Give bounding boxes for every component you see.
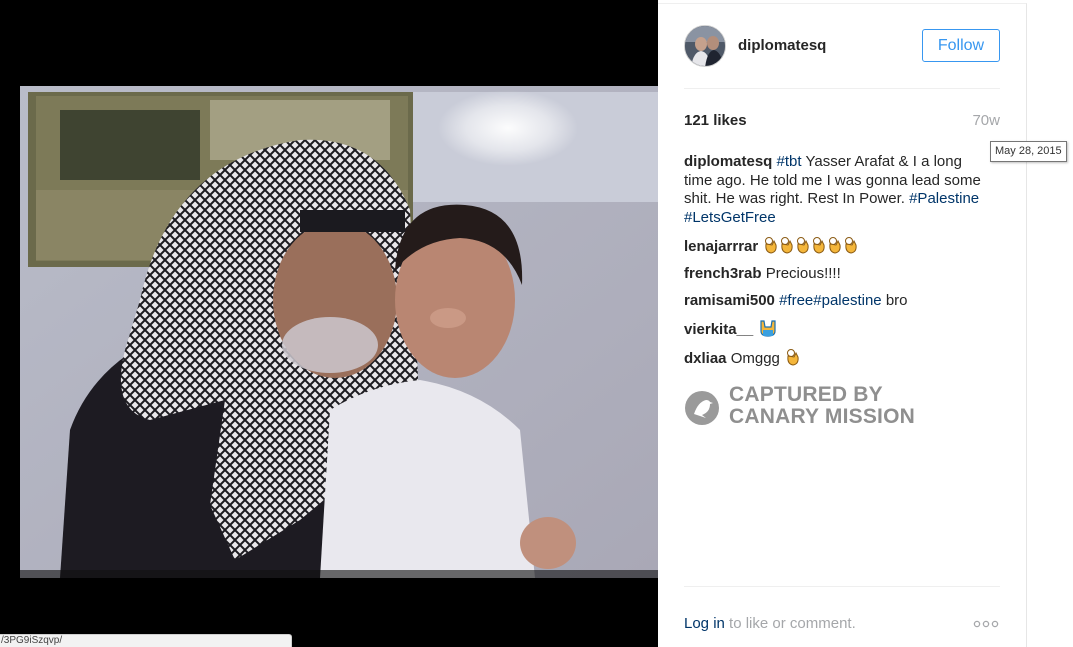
comment-author[interactable]: vierkita__ (684, 321, 753, 338)
comment-author[interactable]: ramisami500 (684, 292, 775, 309)
post-footer: Log in to like or comment. (684, 614, 1000, 636)
comment-text: bro (881, 291, 908, 309)
login-link[interactable]: Log in (684, 615, 725, 632)
header-divider (684, 88, 1000, 89)
post-side-panel: diplomatesq Follow 121 likes 70w diploma… (658, 3, 1027, 647)
hashtag-tbt[interactable]: #tbt (777, 153, 802, 170)
comment-author[interactable]: french3rab (684, 265, 762, 282)
comment-author[interactable]: lenajarrrar (684, 238, 758, 255)
ok-hand-emoji (765, 236, 858, 254)
post-header: diplomatesq Follow (684, 23, 1000, 69)
more-options-icon (973, 620, 999, 628)
comment-item: lenajarrrar (684, 236, 984, 257)
login-prompt-rest: to like or comment. (724, 615, 856, 632)
post-photo[interactable] (0, 0, 658, 647)
footer-divider (684, 586, 1000, 587)
caption-author[interactable]: diplomatesq (684, 153, 772, 170)
login-prompt: Log in to like or comment. (684, 615, 856, 632)
date-tooltip: May 28, 2015 (990, 141, 1067, 162)
post-photo-panel[interactable]: /3PG9iSzqvp/ (0, 0, 658, 647)
hashtag-palestine[interactable]: #Palestine (909, 190, 979, 207)
comment-list: diplomatesq #tbt Yasser Arafat & I a lon… (684, 153, 984, 377)
ok-hand-emoji-group (762, 236, 861, 255)
canary-bird-icon (685, 391, 719, 425)
follow-button[interactable]: Follow (922, 29, 1000, 62)
canary-mission-watermark: CAPTURED BY CANARY MISSION (684, 384, 984, 434)
comment-author[interactable]: dxliaa (684, 350, 727, 367)
page-gutter (1028, 0, 1073, 647)
comment-item: french3rab Precious!!!! (684, 265, 984, 284)
status-url: /3PG9iSzqvp/ (0, 634, 292, 647)
comment-text: Precious!!!! (765, 264, 841, 282)
post-age[interactable]: 70w (958, 112, 1000, 129)
likes-count[interactable]: 121 likes (684, 112, 747, 129)
raised-hands-emoji (760, 319, 777, 337)
watermark-line-1: CAPTURED BY (729, 383, 883, 406)
caption: diplomatesq #tbt Yasser Arafat & I a lon… (684, 153, 984, 227)
ok-hand-emoji (787, 348, 799, 366)
comment-item: vierkita__ (684, 319, 984, 340)
comment-text: Omggg (730, 349, 780, 367)
watermark-text: CAPTURED BY CANARY MISSION (729, 384, 915, 428)
avatar[interactable] (684, 25, 726, 67)
watermark-line-2: CANARY MISSION (729, 405, 915, 428)
comment-item: ramisami500 #free#palestine bro (684, 292, 984, 311)
hashtag-free-palestine[interactable]: #free#palestine (779, 292, 882, 309)
post-username[interactable]: diplomatesq (738, 37, 826, 54)
comment-item: dxliaa Omggg (684, 348, 984, 369)
ellipsis-icon[interactable] (972, 615, 1000, 633)
hashtag-letsgetfree[interactable]: #LetsGetFree (684, 209, 776, 226)
